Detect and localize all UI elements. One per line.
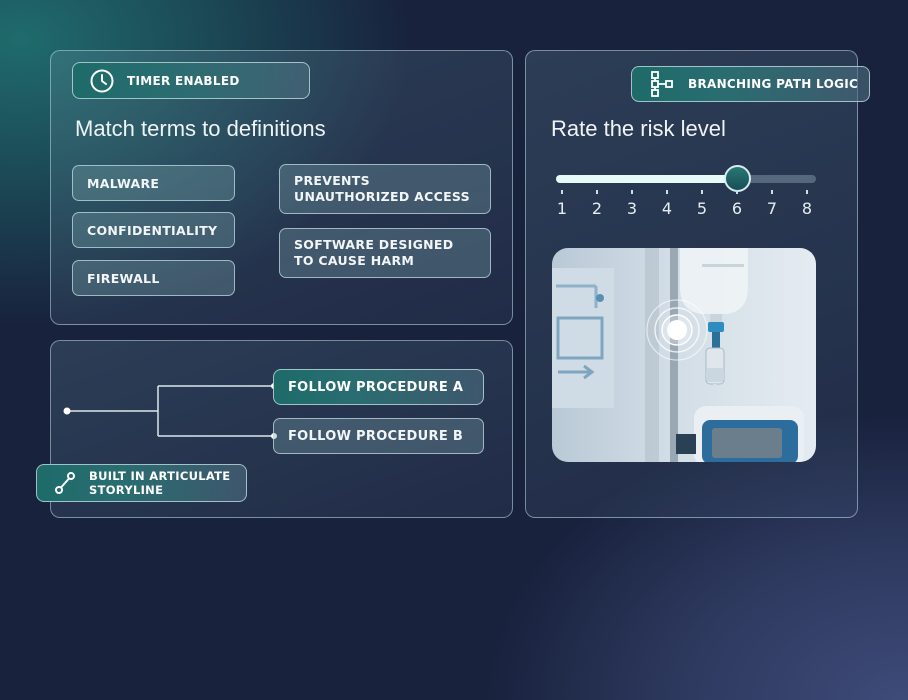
follow-procedure-a-button[interactable]: FOLLOW PROCEDURE A	[273, 369, 484, 405]
term-label: MALWARE	[87, 175, 160, 191]
tick-mark	[701, 190, 703, 194]
risk-slider-fill	[556, 175, 738, 183]
path-node-icon	[55, 472, 75, 494]
scale-label-7[interactable]: 7	[762, 199, 782, 218]
risk-title: Rate the risk level	[551, 116, 726, 141]
clock-icon	[90, 69, 114, 92]
follow-procedure-b-button[interactable]: FOLLOW PROCEDURE B	[273, 418, 484, 454]
scale-label-5[interactable]: 5	[692, 199, 712, 218]
built-in-storyline-label: BUILT IN ARTICULATE STORYLINE	[89, 469, 231, 497]
scale-label-3[interactable]: 3	[622, 199, 642, 218]
tick-mark	[806, 190, 808, 194]
scale-label-8[interactable]: 8	[797, 199, 817, 218]
definition-chip-prevents-access[interactable]: PREVENTS UNAUTHORIZED ACCESS	[279, 164, 491, 214]
tick-mark	[596, 190, 598, 194]
definition-label: PREVENTS UNAUTHORIZED ACCESS	[294, 173, 470, 204]
tick-mark	[666, 190, 668, 194]
tick-mark	[631, 190, 633, 194]
term-chip-malware[interactable]: MALWARE	[72, 165, 235, 201]
tick-mark	[561, 190, 563, 194]
branching-path-logic-badge: BRANCHING PATH LOGIC	[631, 66, 870, 102]
term-chip-confidentiality[interactable]: CONFIDENTIALITY	[72, 212, 235, 248]
timer-enabled-badge: TIMER ENABLED	[72, 62, 310, 99]
iv-drip-scene	[552, 248, 804, 462]
branching-tree-icon	[651, 71, 673, 97]
scale-label-6[interactable]: 6	[727, 199, 747, 218]
definition-chip-software-harm[interactable]: SOFTWARE DESIGNED TO CAUSE HARM	[279, 228, 491, 278]
risk-slider-thumb[interactable]	[724, 165, 751, 192]
built-in-storyline-badge: BUILT IN ARTICULATE STORYLINE	[36, 464, 247, 502]
term-label: FIREWALL	[87, 270, 160, 286]
term-label: CONFIDENTIALITY	[87, 222, 218, 238]
procedure-a-label: FOLLOW PROCEDURE A	[288, 379, 464, 395]
iv-drip-image	[552, 248, 816, 462]
tick-mark	[771, 190, 773, 194]
scale-label-4[interactable]: 4	[657, 199, 677, 218]
scale-label-2[interactable]: 2	[587, 199, 607, 218]
tick-mark	[736, 190, 738, 194]
matching-title: Match terms to definitions	[75, 116, 326, 141]
timer-enabled-label: TIMER ENABLED	[127, 73, 240, 88]
branching-path-logic-label: BRANCHING PATH LOGIC	[688, 77, 859, 91]
term-chip-firewall[interactable]: FIREWALL	[72, 260, 235, 296]
definition-label: SOFTWARE DESIGNED TO CAUSE HARM	[294, 237, 454, 268]
scale-label-1[interactable]: 1	[552, 199, 572, 218]
procedure-b-label: FOLLOW PROCEDURE B	[288, 428, 464, 444]
